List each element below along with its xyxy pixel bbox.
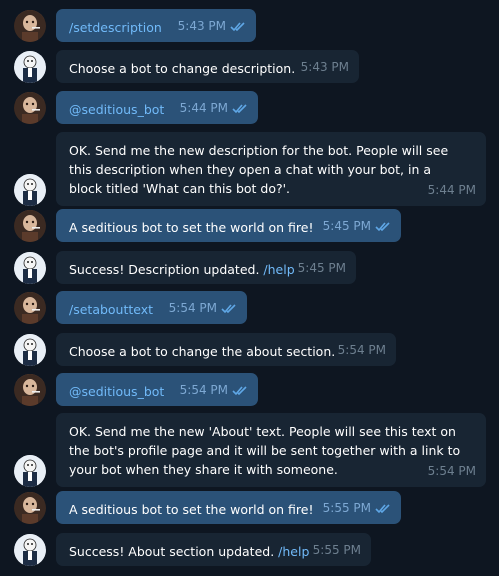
message-text: OK. Send me the new 'About' text. People… bbox=[69, 422, 473, 479]
outgoing-message[interactable]: @seditious_bot 5:44 PM bbox=[56, 91, 258, 124]
message-meta: 5:43 PM bbox=[178, 17, 246, 36]
message-time: 5:44 PM bbox=[179, 101, 228, 115]
message-row: Success! About section updated. /help 5:5… bbox=[0, 533, 499, 566]
user-avatar[interactable] bbox=[14, 492, 46, 524]
incoming-message[interactable]: Success! Description updated. /help 5:45 … bbox=[56, 251, 356, 284]
double-check-icon bbox=[230, 21, 246, 32]
message-text-segment: Success! About section updated. bbox=[69, 544, 279, 559]
command-link[interactable]: /help bbox=[263, 262, 294, 277]
message-row: @seditious_bot 5:44 PM bbox=[0, 91, 499, 124]
bot-avatar[interactable] bbox=[14, 534, 46, 566]
user-avatar[interactable] bbox=[14, 92, 46, 124]
bot-avatar[interactable] bbox=[14, 51, 46, 83]
outgoing-message[interactable]: A seditious bot to set the world on fire… bbox=[56, 209, 401, 242]
double-check-icon bbox=[232, 103, 248, 114]
message-row: OK. Send me the new description for the … bbox=[0, 132, 499, 206]
message-time: 5:43 PM bbox=[177, 19, 226, 33]
message-text-segment: Choose a bot to change the about section… bbox=[69, 344, 336, 359]
chat-history: /setdescription 5:43 PM Choose a bot to ch… bbox=[0, 0, 499, 576]
message-time: 5:45 PM bbox=[297, 261, 346, 275]
double-check-icon bbox=[221, 303, 237, 314]
message-row: /setdescription 5:43 PM bbox=[0, 9, 499, 42]
message-meta: 5:44 PM bbox=[180, 99, 248, 118]
bot-avatar[interactable] bbox=[14, 174, 46, 206]
bot-avatar[interactable] bbox=[14, 252, 46, 284]
message-time: 5:54 PM bbox=[337, 343, 386, 357]
user-avatar[interactable] bbox=[14, 292, 46, 324]
message-row: A seditious bot to set the world on fire… bbox=[0, 209, 499, 242]
message-time: 5:55 PM bbox=[312, 543, 361, 557]
message-text-segment: Success! Description updated. bbox=[69, 262, 264, 277]
message-text-segment: A seditious bot to set the world on fire… bbox=[69, 502, 314, 517]
message-meta: 5:44 PM bbox=[428, 181, 476, 200]
double-check-icon bbox=[375, 221, 391, 232]
message-time: 5:54 PM bbox=[179, 383, 228, 397]
message-time: 5:44 PM bbox=[427, 183, 476, 197]
message-text: OK. Send me the new description for the … bbox=[69, 141, 473, 198]
bot-avatar[interactable] bbox=[14, 334, 46, 366]
message-row: Choose a bot to change description. 5:43 … bbox=[0, 50, 499, 83]
incoming-message[interactable]: Choose a bot to change description. 5:43 … bbox=[56, 50, 359, 83]
message-text-segment: Choose a bot to change description. bbox=[69, 61, 296, 76]
incoming-message[interactable]: OK. Send me the new description for the … bbox=[56, 132, 486, 206]
message-text-segment: A seditious bot to set the world on fire… bbox=[69, 220, 314, 235]
message-meta: 5:54 PM bbox=[338, 341, 386, 360]
outgoing-message[interactable]: A seditious bot to set the world on fire… bbox=[56, 491, 401, 524]
incoming-message[interactable]: Choose a bot to change the about section… bbox=[56, 333, 396, 366]
message-time: 5:54 PM bbox=[168, 301, 217, 315]
message-meta: 5:55 PM bbox=[313, 541, 361, 560]
user-avatar[interactable] bbox=[14, 10, 46, 42]
message-row: A seditious bot to set the world on fire… bbox=[0, 491, 499, 524]
user-avatar[interactable] bbox=[14, 374, 46, 406]
message-time: 5:45 PM bbox=[322, 219, 371, 233]
message-row: OK. Send me the new 'About' text. People… bbox=[0, 413, 499, 487]
message-time: 5:54 PM bbox=[427, 464, 476, 478]
message-meta: 5:55 PM bbox=[323, 499, 391, 518]
message-text: Choose a bot to change the about section… bbox=[69, 342, 383, 361]
message-time: 5:55 PM bbox=[322, 501, 371, 515]
message-time: 5:43 PM bbox=[300, 60, 349, 74]
outgoing-message[interactable]: /setabouttext 5:54 PM bbox=[56, 291, 247, 324]
message-text-segment: OK. Send me the new description for the … bbox=[69, 143, 449, 196]
message-meta: 5:43 PM bbox=[301, 58, 349, 77]
bot-avatar[interactable] bbox=[14, 455, 46, 487]
command-link[interactable]: /setdescription bbox=[69, 20, 162, 35]
message-meta: 5:54 PM bbox=[428, 462, 476, 481]
command-link[interactable]: @seditious_bot bbox=[69, 102, 164, 117]
outgoing-message[interactable]: @seditious_bot 5:54 PM bbox=[56, 373, 258, 406]
message-meta: 5:54 PM bbox=[169, 299, 237, 318]
command-link[interactable]: @seditious_bot bbox=[69, 384, 164, 399]
message-meta: 5:54 PM bbox=[180, 381, 248, 400]
double-check-icon bbox=[375, 503, 391, 514]
incoming-message[interactable]: Success! About section updated. /help 5:5… bbox=[56, 533, 371, 566]
outgoing-message[interactable]: /setdescription 5:43 PM bbox=[56, 9, 256, 42]
command-link[interactable]: /help bbox=[278, 544, 309, 559]
message-meta: 5:45 PM bbox=[323, 217, 391, 236]
message-row: @seditious_bot 5:54 PM bbox=[0, 373, 499, 406]
message-row: /setabouttext 5:54 PM bbox=[0, 291, 499, 324]
user-avatar[interactable] bbox=[14, 210, 46, 242]
message-row: Success! Description updated. /help 5:45 … bbox=[0, 251, 499, 284]
message-meta: 5:45 PM bbox=[298, 259, 346, 278]
command-link[interactable]: /setabouttext bbox=[69, 302, 153, 317]
incoming-message[interactable]: OK. Send me the new 'About' text. People… bbox=[56, 413, 486, 487]
double-check-icon bbox=[232, 385, 248, 396]
message-text-segment: OK. Send me the new 'About' text. People… bbox=[69, 424, 461, 477]
message-row: Choose a bot to change the about section… bbox=[0, 333, 499, 366]
